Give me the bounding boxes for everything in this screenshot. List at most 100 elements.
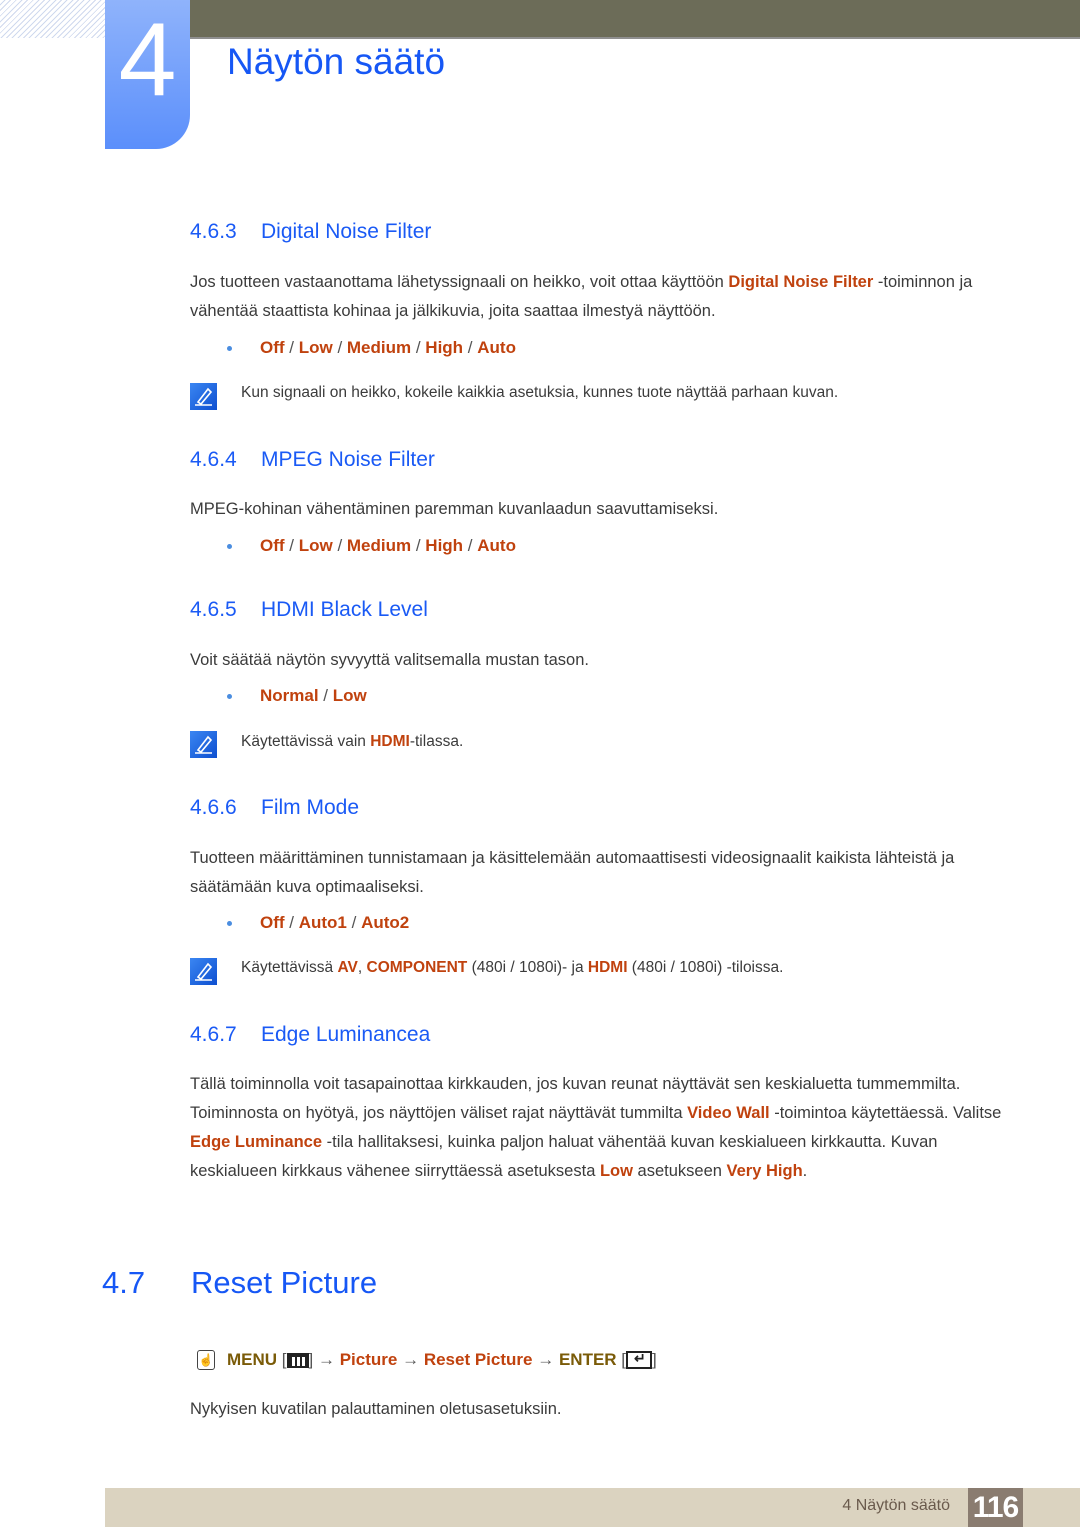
- arrow-icon: →: [537, 1350, 555, 1369]
- section-heading-hdmi-black-level: 4.6.5 HDMI Black Level: [190, 598, 428, 622]
- section-heading-digital-noise-filter: 4.6.3 Digital Noise Filter: [190, 220, 431, 244]
- menu-icon: [286, 1352, 309, 1368]
- section-paragraph: Tällä toiminnolla voit tasapainottaa kir…: [190, 1070, 1010, 1186]
- option: Low: [298, 338, 333, 357]
- section-paragraph: Nykyisen kuvatilan palauttaminen oletusa…: [190, 1400, 562, 1418]
- option: Auto: [477, 338, 516, 357]
- bracket: [: [277, 1350, 287, 1369]
- options-list: Off / Low / Medium / High / Auto: [227, 536, 516, 556]
- options-list: Off / Auto1 / Auto2: [227, 913, 409, 933]
- text: asetukseen: [632, 1162, 727, 1180]
- text: Käytettävissä vain: [241, 733, 371, 750]
- option: Auto1: [298, 913, 347, 932]
- option: Auto2: [361, 913, 410, 932]
- separator: /: [463, 338, 478, 357]
- page-footer: 4 Näytön säätö 116: [105, 1488, 1080, 1527]
- bracket: ]: [652, 1350, 657, 1369]
- menu-path-item: Picture: [339, 1350, 398, 1369]
- separator: /: [332, 338, 347, 357]
- option: High: [425, 536, 464, 555]
- section-heading-reset-picture: 4.7 Reset Picture: [102, 1265, 377, 1301]
- bullet-icon: [227, 346, 232, 352]
- option: Low: [298, 536, 333, 555]
- options-list: Off / Low / Medium / High / Auto: [227, 338, 516, 358]
- section-paragraph: Jos tuotteen vastaanottama lähetyssignaa…: [190, 268, 1010, 326]
- chapter-title: Näytön säätö: [227, 41, 446, 82]
- options-list: Normal / Low: [227, 686, 367, 706]
- text: -toimintoa käytettäessä. Valitse: [769, 1104, 1002, 1122]
- option: Medium: [346, 338, 412, 357]
- section-number: 4.6.5: [190, 598, 237, 621]
- bullet-icon: [227, 544, 232, 550]
- text: .: [802, 1162, 808, 1180]
- text: ,: [357, 959, 367, 976]
- note-text: Käytettävissä AV, COMPONENT (480i / 1080…: [241, 959, 783, 977]
- section-paragraph: Tuotteen määrittäminen tunnistamaan ja k…: [190, 849, 955, 896]
- separator: /: [463, 536, 478, 555]
- text: (480i / 1080i)- ja: [467, 959, 588, 976]
- section-number: 4.7: [102, 1265, 146, 1300]
- separator: /: [411, 338, 426, 357]
- text: Käytettävissä: [241, 959, 338, 976]
- arrow-icon: →: [402, 1350, 420, 1369]
- highlight-term: Very High: [726, 1162, 803, 1180]
- separator: /: [284, 338, 299, 357]
- highlight-term: Video Wall: [687, 1104, 770, 1122]
- enter-icon: [626, 1350, 653, 1369]
- page-number: 116: [968, 1488, 1023, 1527]
- bullet-icon: [227, 694, 232, 700]
- separator: /: [284, 536, 299, 555]
- option: Normal: [260, 686, 319, 705]
- separator: /: [318, 686, 333, 705]
- option: Auto: [477, 536, 516, 555]
- section-title: MPEG Noise Filter: [261, 448, 435, 471]
- remote-hand-icon: ☝: [197, 1350, 215, 1370]
- separator: /: [284, 913, 299, 932]
- menu-label: MENU: [227, 1350, 278, 1369]
- option: Low: [332, 686, 367, 705]
- bracket: ]: [308, 1350, 318, 1369]
- section-title: Edge Luminancea: [261, 1023, 431, 1046]
- section-heading-film-mode: 4.6.6 Film Mode: [190, 796, 359, 820]
- separator: /: [332, 536, 347, 555]
- text: -tilassa.: [409, 733, 464, 750]
- separator: /: [346, 913, 362, 932]
- text: Jos tuotteen vastaanottama lähetyssignaa…: [190, 273, 729, 291]
- highlight-term: HDMI: [370, 733, 410, 750]
- highlight-term: Edge Luminance: [190, 1133, 323, 1151]
- section-paragraph: Voit säätää näytön syvyyttä valitsemalla…: [190, 651, 589, 669]
- option: High: [425, 338, 464, 357]
- bullet-icon: [227, 921, 232, 927]
- section-title: HDMI Black Level: [261, 598, 428, 621]
- note-icon: [190, 731, 217, 758]
- note-icon: [190, 383, 217, 410]
- chapter-number: 4: [118, 2, 177, 118]
- bracket: [: [616, 1350, 627, 1369]
- option: Off: [260, 913, 285, 932]
- section-number: 4.6.6: [190, 796, 237, 819]
- section-title: Digital Noise Filter: [261, 220, 432, 243]
- highlight-term: COMPONENT: [366, 959, 468, 976]
- note-icon: [190, 958, 217, 985]
- header-hatch-decoration: [0, 0, 105, 38]
- note-text: Kun signaali on heikko, kokeile kaikkia …: [241, 384, 839, 401]
- section-number: 4.6.3: [190, 220, 237, 243]
- section-heading-edge-luminance: 4.6.7 Edge Luminancea: [190, 1023, 430, 1047]
- footer-chapter-label: 4 Näytön säätö: [842, 1497, 950, 1514]
- menu-path-item: Reset Picture: [423, 1350, 533, 1369]
- menu-path: ☝ MENU [] → Picture → Reset Picture → ENT…: [197, 1350, 657, 1370]
- option: Off: [260, 536, 285, 555]
- header-bar: [190, 0, 1080, 39]
- note-text: Käytettävissä vain HDMI-tilassa.: [241, 733, 463, 751]
- section-number: 4.6.7: [190, 1023, 237, 1046]
- section-number: 4.6.4: [190, 448, 237, 471]
- highlight-term: Digital Noise Filter: [728, 273, 874, 291]
- section-heading-mpeg-noise-filter: 4.6.4 MPEG Noise Filter: [190, 448, 435, 472]
- arrow-icon: →: [317, 1350, 335, 1369]
- section-title: Film Mode: [261, 796, 360, 819]
- highlight-term: Low: [599, 1162, 633, 1180]
- text: (480i / 1080i) -tiloissa.: [627, 959, 784, 976]
- chapter-tab: 4: [105, 0, 190, 149]
- highlight-term: AV: [337, 959, 358, 976]
- enter-label: ENTER: [558, 1350, 617, 1369]
